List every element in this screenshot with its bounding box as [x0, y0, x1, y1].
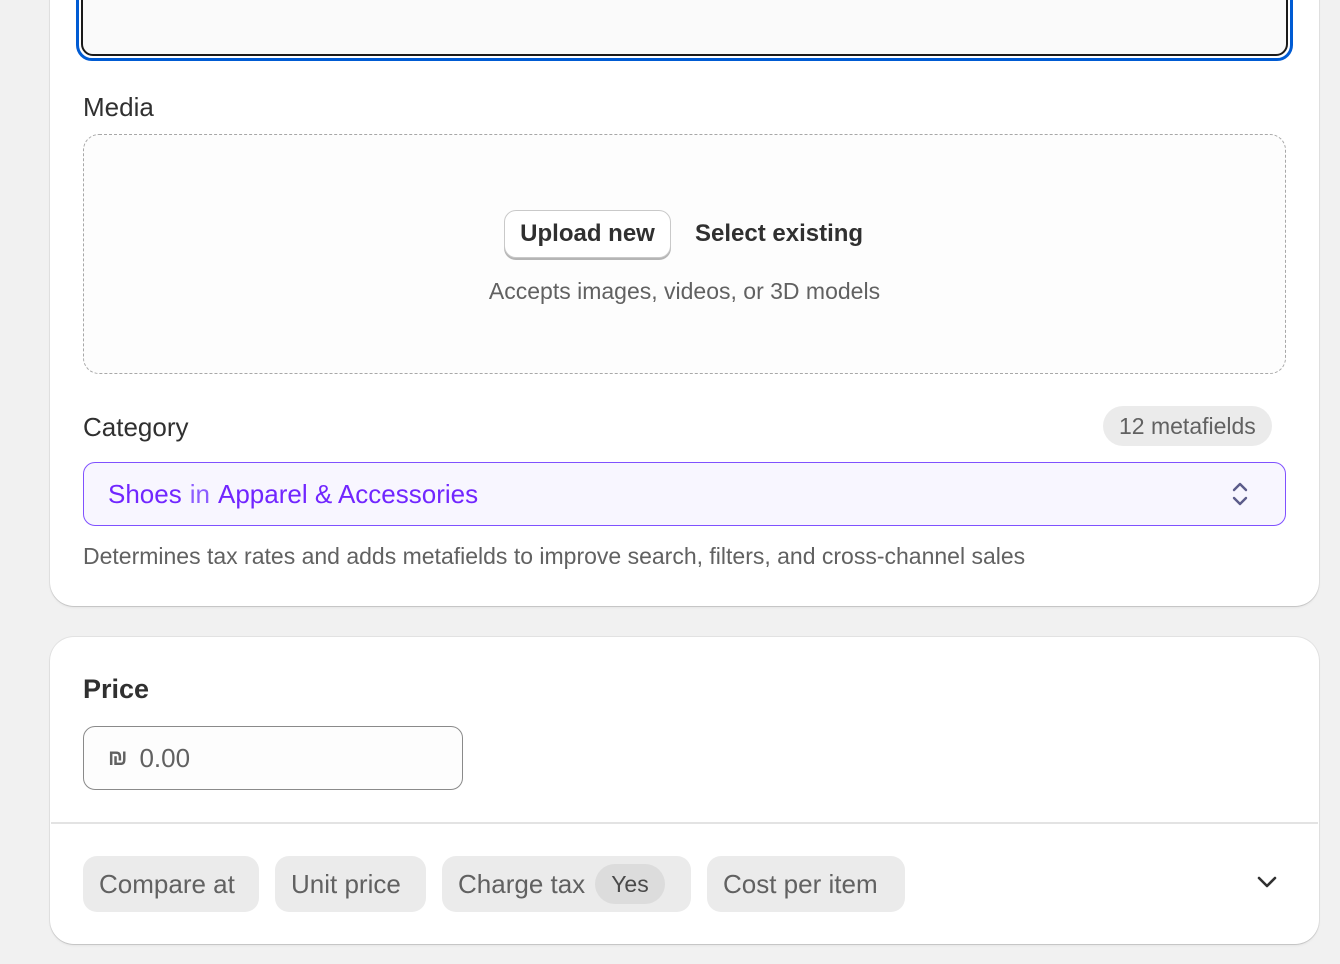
- category-parent: Apparel & Accessories: [217, 478, 479, 509]
- media-label: Media: [83, 92, 154, 122]
- charge-tax-status-badge: Yes: [595, 864, 665, 904]
- select-existing-button[interactable]: Select existing: [685, 210, 873, 258]
- category-select[interactable]: Shoes in Apparel & Accessories: [83, 462, 1286, 526]
- divider: [51, 822, 1318, 824]
- category-help-text: Determines tax rates and adds metafields…: [83, 543, 1026, 569]
- price-input[interactable]: ₪ 0.00: [83, 726, 463, 790]
- unit-price-button[interactable]: Unit price: [275, 856, 426, 912]
- cost-per-item-button[interactable]: Cost per item: [707, 856, 905, 912]
- metafields-badge[interactable]: 12 metafields: [1103, 406, 1272, 446]
- currency-symbol: ₪: [108, 745, 128, 770]
- category-connector: in: [189, 478, 210, 509]
- media-hint: Accepts images, videos, or 3D models: [488, 278, 881, 304]
- description-editor-body[interactable]: [81, 0, 1288, 56]
- category-name: Shoes: [108, 478, 182, 509]
- charge-tax-label: Charge tax: [458, 868, 586, 899]
- price-heading: Price: [83, 674, 150, 704]
- compare-at-button[interactable]: Compare at: [83, 856, 259, 912]
- chevron-down-icon[interactable]: [1254, 871, 1280, 893]
- upload-new-button[interactable]: Upload new: [504, 210, 671, 258]
- price-placeholder: 0.00: [139, 742, 191, 773]
- description-editor[interactable]: [76, 0, 1293, 61]
- charge-tax-button[interactable]: Charge tax Yes: [442, 856, 691, 912]
- chevron-up-down-icon: [1232, 482, 1248, 506]
- category-label: Category: [83, 412, 189, 442]
